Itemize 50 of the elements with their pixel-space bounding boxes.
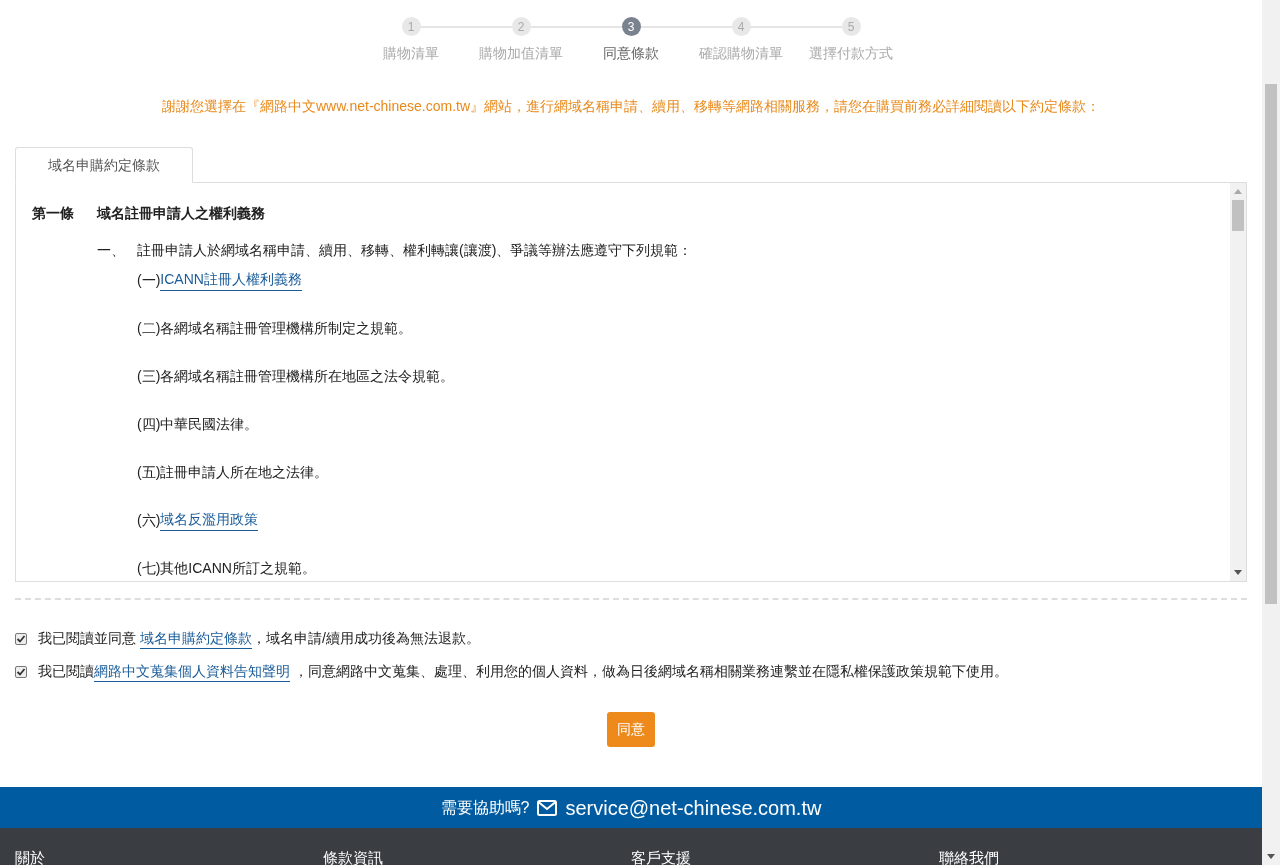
agreement-link[interactable]: 域名申購約定條款 [139,630,252,649]
scroll-up-icon[interactable] [1234,189,1242,194]
item-marker: (三) [137,366,161,386]
item-marker: (二) [137,318,161,338]
item-marker: (四) [137,414,161,434]
step-number: 4 [731,17,751,36]
step-number: 3 [621,17,641,36]
clause-text: 註冊申請人於網域名稱申請、續用、移轉、權利轉讓(讓渡)、爭議等辦法應遵守下列規範： [137,241,693,260]
step-label: 購物清單 [383,44,439,63]
help-label: 需要協助嗎? [440,797,530,818]
footer-heading: 關於 [15,850,46,865]
item-text: 各網域名稱註冊管理機構所制定之規範。 [160,318,413,338]
clause-marker: 一、 [97,241,126,260]
scroll-down-icon[interactable] [1234,570,1242,575]
footer-heading: 客戶支援 [631,850,692,865]
mail-icon [537,799,558,816]
item-marker: (一) [137,270,161,290]
checkbox[interactable] [15,665,27,678]
checkbox[interactable] [15,632,27,645]
step-number: 2 [511,17,531,36]
step-label: 購物加值清單 [479,44,563,63]
step-label: 選擇付款方式 [809,44,893,63]
terms-link[interactable]: ICANN註冊人權利義務 [160,269,302,291]
footer-heading: 聯絡我們 [939,850,1000,865]
agreement-text: 我已閱讀並同意 域名申購約定條款，域名申請/續用成功後為無法退款。 [38,628,480,649]
step-number: 5 [841,17,861,36]
article-number: 第一條 [32,204,75,223]
scrollbar-thumb[interactable] [1232,200,1244,231]
agreement-text: 我已閱讀網路中文蒐集個人資料告知聲明 ，同意網路中文蒐集、處理、利用您的個人資料，做為日後網域名稱相關業務連繫並在隱私權保護政策規範下使用。 [38,661,1008,682]
help-email[interactable]: service@net-chinese.com.tw [565,792,822,823]
item-text: 中華民國法律。 [160,414,259,434]
item-marker: (六) [137,510,161,530]
scrollbar[interactable] [1230,183,1246,581]
terms-link[interactable]: 域名反濫用政策 [160,509,259,531]
page-scrollbar[interactable] [1262,0,1280,865]
item-text: 各網域名稱註冊管理機構所在地區之法令規範。 [160,366,455,386]
step-number: 1 [401,17,421,36]
item-text: 註冊申請人所在地之法律。 [160,462,329,482]
step-label: 確認購物清單 [699,44,783,63]
step-label: 同意條款 [603,44,659,63]
item-text: 其他ICANN所訂之規範。 [160,558,316,578]
article-title: 域名註冊申請人之權利義務 [97,204,265,223]
terms-tab[interactable]: 域名申購約定條款 [15,147,193,183]
intro-text: 謝謝您選擇在『網路中文www.net-chinese.com.tw』網站，進行網域名稱申請、續用、移轉等網路相關服務，請您在購買前務必詳細閱讀以下約定條款： [160,97,1102,116]
agreement-link[interactable]: 網路中文蒐集個人資料告知聲明 [94,663,290,682]
item-marker: (五) [137,462,161,482]
scroll-down-icon[interactable] [1267,854,1275,859]
page-scrollbar-thumb[interactable] [1265,84,1277,604]
footer-heading: 條款資訊 [323,850,384,865]
item-marker: (七) [137,558,161,578]
